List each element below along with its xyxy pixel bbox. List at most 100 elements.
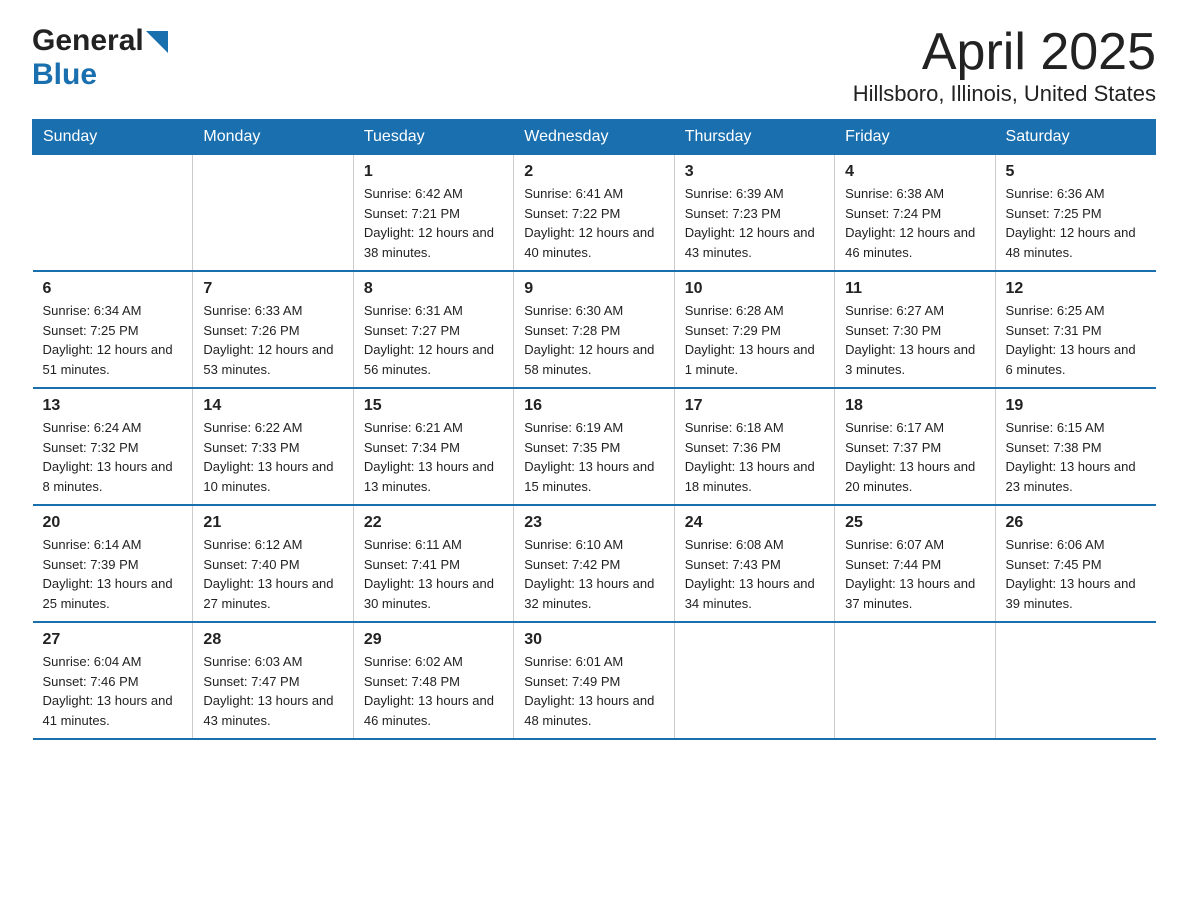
cell-w3-d6: 18Sunrise: 6:17 AM Sunset: 7:37 PM Dayli… <box>835 388 995 505</box>
day-number: 18 <box>845 397 984 415</box>
day-number: 22 <box>364 514 503 532</box>
cell-w4-d5: 24 Sunrise: 6:08 AM Sunset: 7:43 PM Dayli… <box>674 505 834 622</box>
header-wednesday: Wednesday <box>514 120 674 155</box>
week-row-1: 1Sunrise: 6:42 AM Sunset: 7:21 PM Daylig… <box>33 155 1156 272</box>
cell-w2-d4: 9 Sunrise: 6:30 AM Sunset: 7:28 PM Daylig… <box>514 271 674 388</box>
cell-w1-d6: 4Sunrise: 6:38 AM Sunset: 7:24 PM Daylig… <box>835 155 995 272</box>
calendar-table: SundayMondayTuesdayWednesdayThursdayFrid… <box>32 119 1156 740</box>
cell-w5-d5 <box>674 622 834 739</box>
cell-w4-d1: 20Sunrise: 6:14 AM Sunset: 7:39 PM Dayli… <box>33 505 193 622</box>
header-friday: Friday <box>835 120 995 155</box>
day-info: Sunrise: 6:08 AM Sunset: 7:43 PM Dayligh… <box>685 535 824 613</box>
day-info: Sunrise: 6:18 AM Sunset: 7:36 PM Dayligh… <box>685 418 824 496</box>
cell-w2-d2: 7 Sunrise: 6:33 AM Sunset: 7:26 PM Daylig… <box>193 271 353 388</box>
day-info: Sunrise: 6:12 AM Sunset: 7:40 PM Dayligh… <box>203 535 342 613</box>
cell-w4-d6: 25 Sunrise: 6:07 AM Sunset: 7:44 PM Dayli… <box>835 505 995 622</box>
cell-w4-d3: 22 Sunrise: 6:11 AM Sunset: 7:41 PM Dayli… <box>353 505 513 622</box>
day-info: Sunrise: 6:21 AM Sunset: 7:34 PM Dayligh… <box>364 418 503 496</box>
day-number: 1 <box>364 163 503 181</box>
header: General Blue April 2025 Hillsboro, Illin… <box>32 24 1156 107</box>
day-number: 25 <box>845 514 984 532</box>
cell-w1-d4: 2 Sunrise: 6:41 AM Sunset: 7:22 PM Daylig… <box>514 155 674 272</box>
cell-w5-d1: 27 Sunrise: 6:04 AM Sunset: 7:46 PM Dayli… <box>33 622 193 739</box>
day-number: 16 <box>524 397 663 415</box>
cell-w1-d1 <box>33 155 193 272</box>
day-number: 8 <box>364 280 503 298</box>
cell-w2-d7: 12Sunrise: 6:25 AM Sunset: 7:31 PM Dayli… <box>995 271 1155 388</box>
cell-w1-d7: 5 Sunrise: 6:36 AM Sunset: 7:25 PM Daylig… <box>995 155 1155 272</box>
header-monday: Monday <box>193 120 353 155</box>
week-row-2: 6 Sunrise: 6:34 AM Sunset: 7:25 PM Daylig… <box>33 271 1156 388</box>
day-info: Sunrise: 6:34 AM Sunset: 7:25 PM Dayligh… <box>43 301 183 379</box>
cell-w1-d2 <box>193 155 353 272</box>
day-number: 7 <box>203 280 342 298</box>
day-info: Sunrise: 6:31 AM Sunset: 7:27 PM Dayligh… <box>364 301 503 379</box>
cell-w4-d2: 21 Sunrise: 6:12 AM Sunset: 7:40 PM Dayli… <box>193 505 353 622</box>
day-number: 12 <box>1006 280 1146 298</box>
header-saturday: Saturday <box>995 120 1155 155</box>
week-row-4: 20Sunrise: 6:14 AM Sunset: 7:39 PM Dayli… <box>33 505 1156 622</box>
day-info: Sunrise: 6:28 AM Sunset: 7:29 PM Dayligh… <box>685 301 824 379</box>
day-number: 26 <box>1006 514 1146 532</box>
day-info: Sunrise: 6:01 AM Sunset: 7:49 PM Dayligh… <box>524 652 663 730</box>
header-tuesday: Tuesday <box>353 120 513 155</box>
cell-w2-d6: 11 Sunrise: 6:27 AM Sunset: 7:30 PM Dayli… <box>835 271 995 388</box>
cell-w3-d7: 19Sunrise: 6:15 AM Sunset: 7:38 PM Dayli… <box>995 388 1155 505</box>
day-number: 2 <box>524 163 663 181</box>
calendar-header: SundayMondayTuesdayWednesdayThursdayFrid… <box>33 120 1156 155</box>
week-row-5: 27 Sunrise: 6:04 AM Sunset: 7:46 PM Dayli… <box>33 622 1156 739</box>
week-row-3: 13Sunrise: 6:24 AM Sunset: 7:32 PM Dayli… <box>33 388 1156 505</box>
cell-w3-d5: 17 Sunrise: 6:18 AM Sunset: 7:36 PM Dayli… <box>674 388 834 505</box>
cell-w5-d4: 30 Sunrise: 6:01 AM Sunset: 7:49 PM Dayli… <box>514 622 674 739</box>
day-info: Sunrise: 6:06 AM Sunset: 7:45 PM Dayligh… <box>1006 535 1146 613</box>
day-info: Sunrise: 6:02 AM Sunset: 7:48 PM Dayligh… <box>364 652 503 730</box>
day-info: Sunrise: 6:36 AM Sunset: 7:25 PM Dayligh… <box>1006 184 1146 262</box>
title-section: April 2025 Hillsboro, Illinois, United S… <box>853 24 1156 107</box>
day-number: 29 <box>364 631 503 649</box>
day-number: 30 <box>524 631 663 649</box>
logo-blue-text: Blue <box>32 58 97 92</box>
day-info: Sunrise: 6:30 AM Sunset: 7:28 PM Dayligh… <box>524 301 663 379</box>
day-info: Sunrise: 6:41 AM Sunset: 7:22 PM Dayligh… <box>524 184 663 262</box>
day-number: 11 <box>845 280 984 298</box>
day-number: 5 <box>1006 163 1146 181</box>
day-headers-row: SundayMondayTuesdayWednesdayThursdayFrid… <box>33 120 1156 155</box>
location-title: Hillsboro, Illinois, United States <box>853 81 1156 107</box>
day-info: Sunrise: 6:39 AM Sunset: 7:23 PM Dayligh… <box>685 184 824 262</box>
day-number: 24 <box>685 514 824 532</box>
day-info: Sunrise: 6:22 AM Sunset: 7:33 PM Dayligh… <box>203 418 342 496</box>
day-info: Sunrise: 6:38 AM Sunset: 7:24 PM Dayligh… <box>845 184 984 262</box>
calendar-body: 1Sunrise: 6:42 AM Sunset: 7:21 PM Daylig… <box>33 155 1156 740</box>
day-number: 20 <box>43 514 183 532</box>
cell-w1-d3: 1Sunrise: 6:42 AM Sunset: 7:21 PM Daylig… <box>353 155 513 272</box>
day-info: Sunrise: 6:24 AM Sunset: 7:32 PM Dayligh… <box>43 418 183 496</box>
logo-triangle-icon <box>146 31 168 53</box>
header-thursday: Thursday <box>674 120 834 155</box>
cell-w2-d3: 8 Sunrise: 6:31 AM Sunset: 7:27 PM Daylig… <box>353 271 513 388</box>
day-info: Sunrise: 6:11 AM Sunset: 7:41 PM Dayligh… <box>364 535 503 613</box>
day-number: 27 <box>43 631 183 649</box>
day-number: 14 <box>203 397 342 415</box>
day-info: Sunrise: 6:07 AM Sunset: 7:44 PM Dayligh… <box>845 535 984 613</box>
day-info: Sunrise: 6:19 AM Sunset: 7:35 PM Dayligh… <box>524 418 663 496</box>
day-info: Sunrise: 6:27 AM Sunset: 7:30 PM Dayligh… <box>845 301 984 379</box>
cell-w2-d5: 10 Sunrise: 6:28 AM Sunset: 7:29 PM Dayli… <box>674 271 834 388</box>
logo: General Blue <box>32 24 168 92</box>
day-number: 6 <box>43 280 183 298</box>
cell-w3-d3: 15Sunrise: 6:21 AM Sunset: 7:34 PM Dayli… <box>353 388 513 505</box>
day-info: Sunrise: 6:15 AM Sunset: 7:38 PM Dayligh… <box>1006 418 1146 496</box>
day-number: 23 <box>524 514 663 532</box>
day-info: Sunrise: 6:33 AM Sunset: 7:26 PM Dayligh… <box>203 301 342 379</box>
cell-w5-d3: 29 Sunrise: 6:02 AM Sunset: 7:48 PM Dayli… <box>353 622 513 739</box>
day-number: 17 <box>685 397 824 415</box>
day-number: 21 <box>203 514 342 532</box>
cell-w5-d7 <box>995 622 1155 739</box>
header-sunday: Sunday <box>33 120 193 155</box>
cell-w1-d5: 3Sunrise: 6:39 AM Sunset: 7:23 PM Daylig… <box>674 155 834 272</box>
day-info: Sunrise: 6:04 AM Sunset: 7:46 PM Dayligh… <box>43 652 183 730</box>
cell-w3-d4: 16 Sunrise: 6:19 AM Sunset: 7:35 PM Dayli… <box>514 388 674 505</box>
day-number: 9 <box>524 280 663 298</box>
cell-w3-d2: 14 Sunrise: 6:22 AM Sunset: 7:33 PM Dayli… <box>193 388 353 505</box>
day-number: 10 <box>685 280 824 298</box>
day-number: 28 <box>203 631 342 649</box>
